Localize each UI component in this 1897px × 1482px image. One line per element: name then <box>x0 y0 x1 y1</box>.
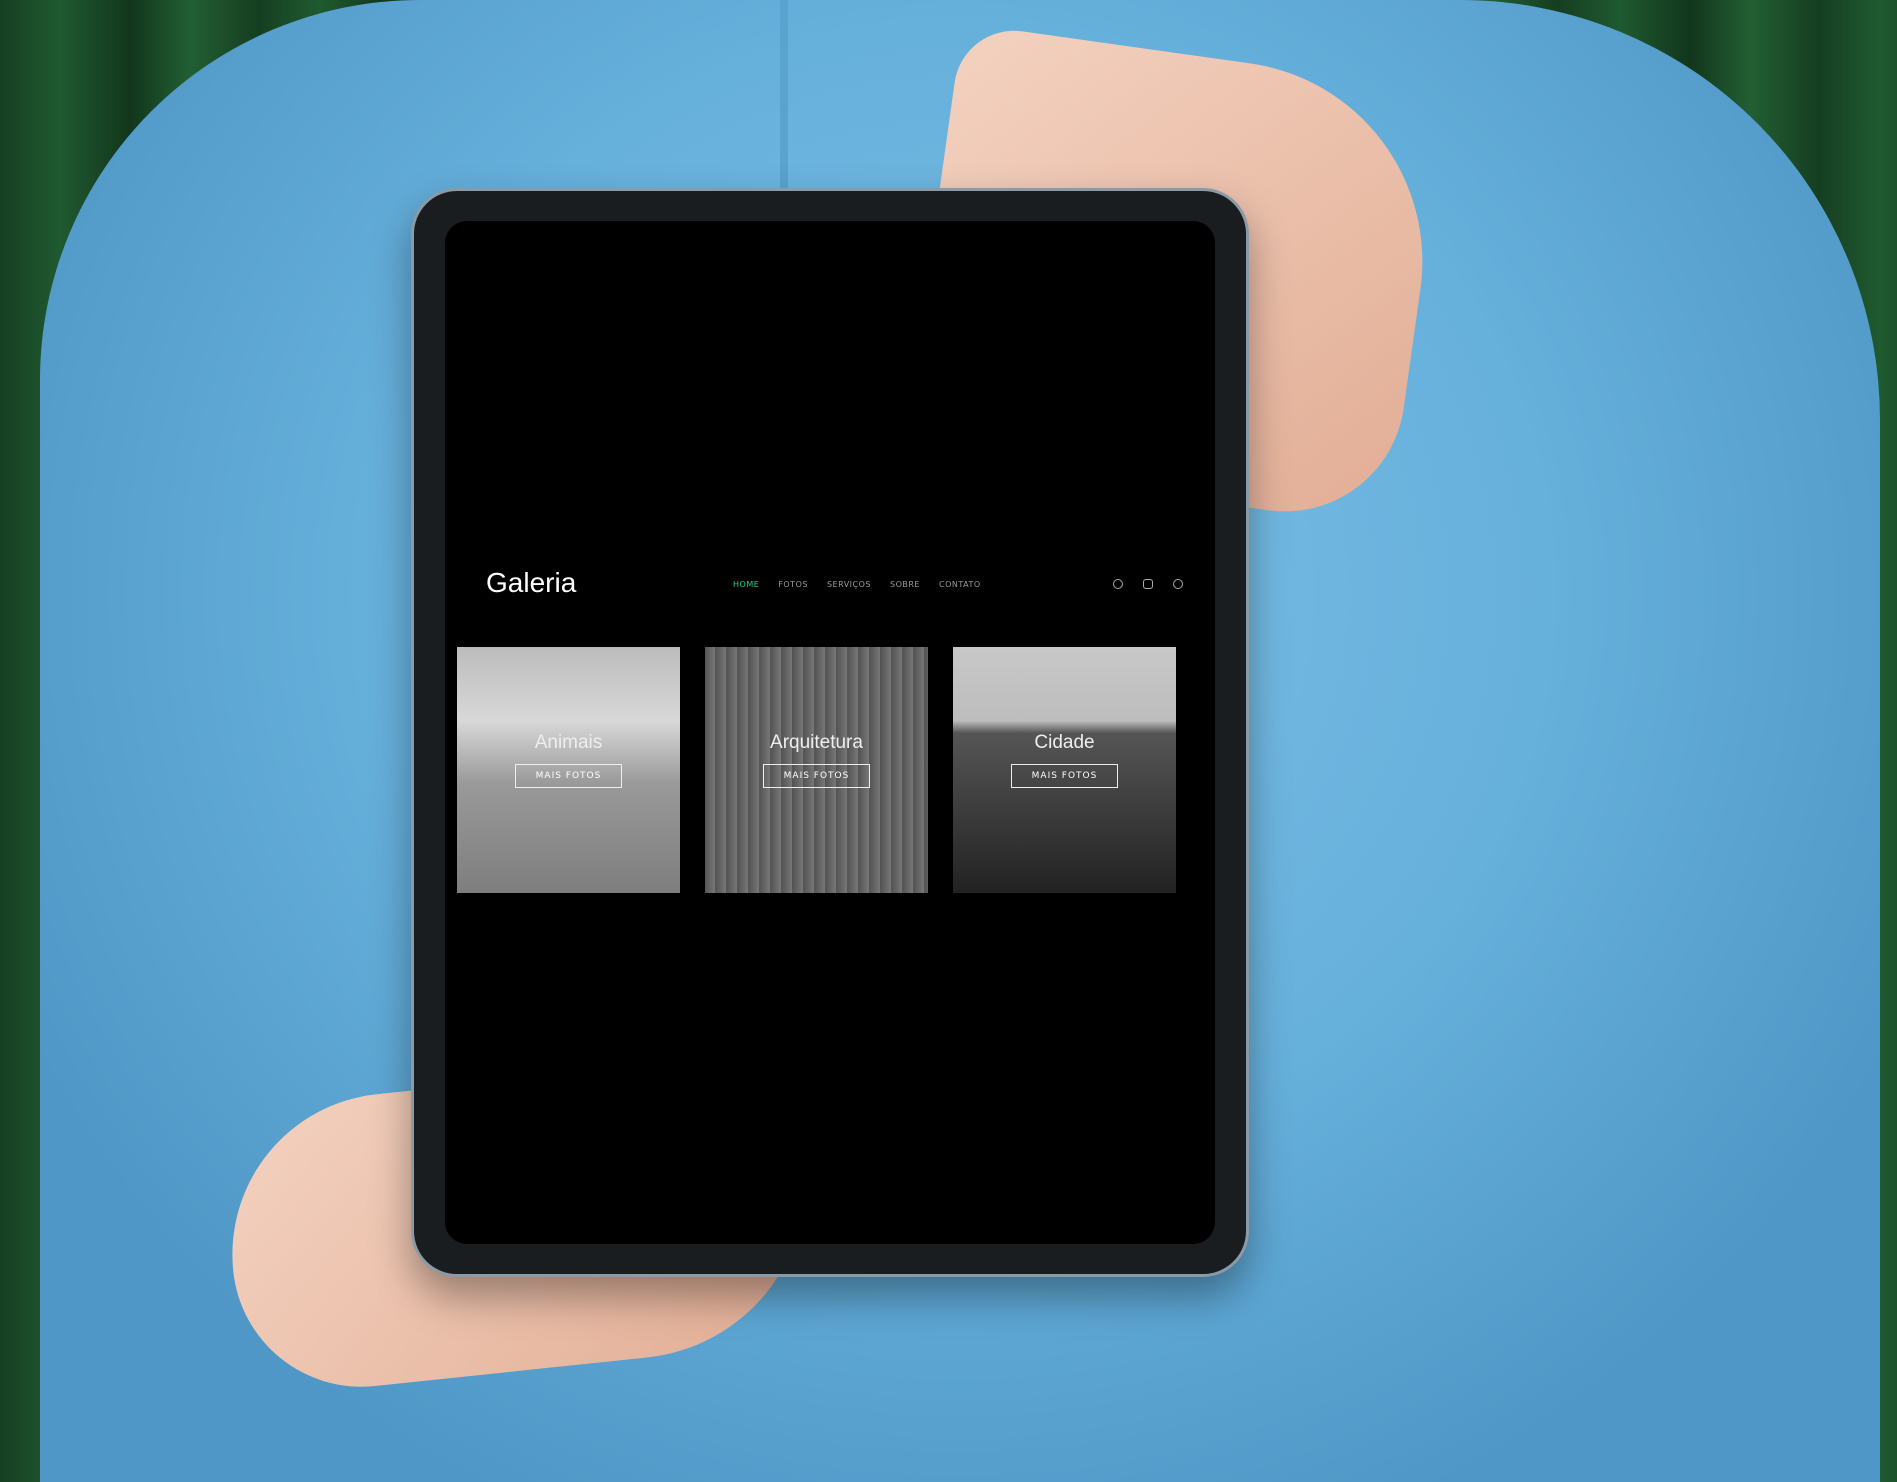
nav-home[interactable]: HOME <box>733 580 759 589</box>
nav-servicos[interactable]: SERVIÇOS <box>827 580 871 589</box>
zipper-line <box>780 0 788 200</box>
nav-sobre[interactable]: SOBRE <box>890 580 920 589</box>
facebook-icon[interactable] <box>1173 579 1183 589</box>
card-title: Cidade <box>1034 732 1095 753</box>
card-title: Arquitetura <box>770 732 863 753</box>
github-icon[interactable] <box>1113 579 1123 589</box>
tablet-screen: Galeria HOME FOTOS SERVIÇOS SOBRE CONTAT… <box>445 221 1215 1244</box>
nav-fotos[interactable]: FOTOS <box>778 580 808 589</box>
more-photos-button[interactable]: MAIS FOTOS <box>762 764 871 788</box>
card-cidade: Cidade MAIS FOTOS <box>953 647 1176 893</box>
main-nav: HOME FOTOS SERVIÇOS SOBRE CONTATO <box>733 580 981 589</box>
site-logo[interactable]: Galeria <box>486 567 576 599</box>
more-photos-button[interactable]: MAIS FOTOS <box>1010 764 1119 788</box>
more-photos-button[interactable]: MAIS FOTOS <box>514 764 623 788</box>
card-animais: Animais MAIS FOTOS <box>457 647 680 893</box>
instagram-icon[interactable] <box>1143 579 1153 589</box>
nav-contato[interactable]: CONTATO <box>939 580 981 589</box>
card-title: Animais <box>534 732 603 753</box>
social-links <box>1113 579 1183 589</box>
card-arquitetura: Arquitetura MAIS FOTOS <box>705 647 928 893</box>
